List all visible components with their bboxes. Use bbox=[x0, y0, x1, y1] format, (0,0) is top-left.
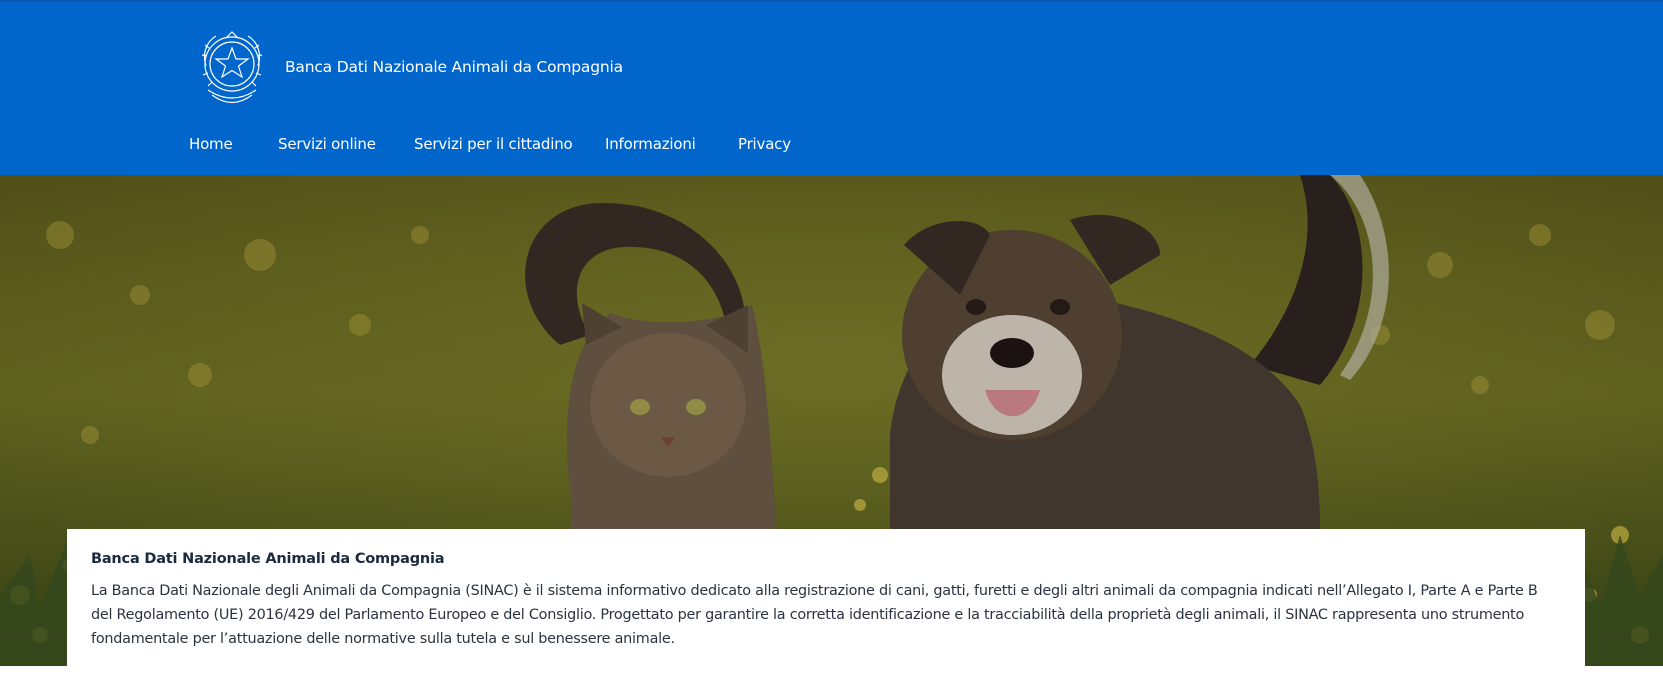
site-title[interactable]: Banca Dati Nazionale Animali da Compagni… bbox=[285, 58, 623, 76]
nav-item-informazioni[interactable]: Informazioni bbox=[605, 135, 696, 153]
intro-title: Banca Dati Nazionale Animali da Compagni… bbox=[91, 551, 445, 567]
nav-item-privacy[interactable]: Privacy bbox=[738, 135, 791, 153]
site-header: Banca Dati Nazionale Animali da Compagni… bbox=[0, 0, 1663, 175]
brand[interactable]: Banca Dati Nazionale Animali da Compagni… bbox=[196, 26, 623, 108]
nav-item-servizi-online[interactable]: Servizi online bbox=[278, 135, 376, 153]
nav-item-servizi-cittadino[interactable]: Servizi per il cittadino bbox=[414, 135, 573, 153]
nav-item-home[interactable]: Home bbox=[189, 135, 233, 153]
italian-republic-emblem-icon bbox=[201, 31, 263, 104]
intro-card: Banca Dati Nazionale Animali da Compagni… bbox=[67, 529, 1585, 689]
intro-body: La Banca Dati Nazionale degli Animali da… bbox=[91, 583, 1538, 647]
